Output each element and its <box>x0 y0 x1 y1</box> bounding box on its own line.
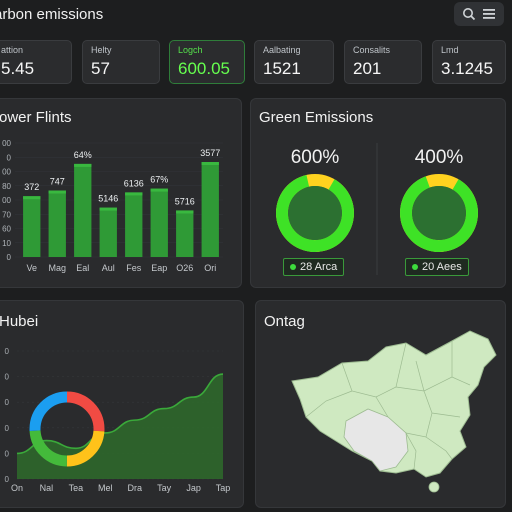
x-tick-label: Nal <box>40 483 54 493</box>
stat-value: 201 <box>353 59 382 78</box>
china-map <box>291 330 497 493</box>
x-tick-label: Fes <box>126 263 142 273</box>
bar-cap <box>74 163 92 167</box>
y-tick-label: 0 <box>5 475 10 484</box>
y-tick-label: 0 <box>5 373 10 382</box>
x-tick-label: Ve <box>26 263 37 273</box>
bar-data-label: 5716 <box>175 196 195 206</box>
y-tick-label: 0 <box>5 347 10 356</box>
ring-badge: 20 Aees <box>405 258 469 276</box>
map-island <box>428 481 440 493</box>
bar-cap <box>150 188 168 192</box>
bar-chart: 0000080007060100372Ve747Mag64%Eal5146Aul… <box>2 139 223 273</box>
ring-badge-label: 28 Arca <box>300 261 338 273</box>
page-title: arbon emissions <box>0 6 104 23</box>
menu-icon[interactable] <box>482 8 496 20</box>
x-tick-label: On <box>11 483 23 493</box>
x-tick-label: Tap <box>216 483 231 493</box>
stat-value: 5.45 <box>1 59 35 78</box>
bar <box>48 190 66 257</box>
y-tick-label: 0 <box>7 153 12 162</box>
stat-card: attion 5.45 <box>0 40 72 84</box>
badge-dot-icon <box>290 264 296 270</box>
y-tick-label: 00 <box>2 196 11 205</box>
stat-label: Consalits <box>353 45 391 55</box>
x-tick-label: Tea <box>69 483 84 493</box>
stat-label: Logch <box>178 45 203 55</box>
y-tick-label: 60 <box>2 225 11 234</box>
ring-badge: 28 Arca <box>283 258 345 276</box>
stat-card-highlight: Logch 600.05 <box>169 40 245 84</box>
hubei-panel: Hubei 0 0 0 0 0 0 On Nal Tea Mel Dra Tay Jap Tap <box>0 300 244 508</box>
search-icon[interactable] <box>462 7 476 21</box>
x-tick-label: Mel <box>98 483 113 493</box>
stat-value: 3.1245 <box>441 59 493 78</box>
bar <box>74 163 92 257</box>
bar-data-label: 372 <box>24 182 39 192</box>
y-tick-label: 0 <box>7 253 12 262</box>
bar-cap <box>201 162 219 165</box>
bar <box>176 210 194 257</box>
stat-label: Helty <box>91 45 112 55</box>
y-tick-label: 0 <box>5 449 10 458</box>
y-tick-label: 0 <box>5 424 10 433</box>
stat-value: 1521 <box>263 59 301 78</box>
stat-label: attion <box>1 45 24 55</box>
stat-card: Helty 57 <box>82 40 160 84</box>
map-panel: Ontag <box>255 300 506 508</box>
stat-value: 600.05 <box>178 59 230 78</box>
x-tick-label: O26 <box>176 263 193 273</box>
power-panel: ower Flints 00 0 00 80 00 70 60 10 0 372 Ve 747 Mag 6… <box>0 98 242 288</box>
bar <box>125 192 143 257</box>
toolbar <box>454 2 504 26</box>
bar <box>150 188 168 257</box>
bar-data-label: 3577 <box>200 148 220 158</box>
stat-value: 57 <box>91 59 110 78</box>
y-tick-label: 00 <box>2 168 11 177</box>
y-tick-label: 00 <box>2 139 11 148</box>
bar-cap <box>125 192 143 196</box>
x-tick-label: Jap <box>186 483 201 493</box>
bar <box>23 196 41 257</box>
stat-card: Lmd 3.1245 <box>432 40 506 84</box>
ring-badge-label: 20 Aees <box>422 261 462 273</box>
y-tick-label: 0 <box>5 398 10 407</box>
y-tick-label: 10 <box>2 239 11 248</box>
bar <box>99 207 117 257</box>
ring-center <box>412 186 466 240</box>
stat-label: Lmd <box>441 45 459 55</box>
bar-cap <box>99 207 117 211</box>
x-tick-label: Tay <box>157 483 172 493</box>
ring-center <box>288 186 342 240</box>
badge-dot-icon <box>412 264 418 270</box>
bar-cap <box>23 196 41 200</box>
bar-cap <box>176 210 194 214</box>
x-tick-label: Eal <box>76 263 89 273</box>
y-tick-label: 70 <box>2 210 11 219</box>
bar-data-label: 747 <box>50 177 65 187</box>
green-emissions-panel: Green Emissions 600% 400% 28 Arca 20 Aee… <box>250 98 506 288</box>
bar-data-label: 67% <box>150 175 168 185</box>
bar-data-label: 5146 <box>98 194 118 204</box>
stat-card: Consalits 201 <box>344 40 422 84</box>
x-tick-label: Aul <box>102 263 115 273</box>
area-chart: 000000On Nal Tea Mel Dra Tay Jap Tap <box>5 347 231 493</box>
bar-data-label: 6136 <box>124 178 144 188</box>
bar <box>201 162 219 257</box>
y-tick-label: 80 <box>2 182 11 191</box>
x-tick-label: Ori <box>204 263 216 273</box>
x-tick-label: Eap <box>151 263 167 273</box>
bar-data-label: 64% <box>74 150 92 160</box>
bar-cap <box>48 190 66 194</box>
x-tick-label: Dra <box>127 483 142 493</box>
stat-label: Aalbating <box>263 45 301 55</box>
stat-card: Aalbating 1521 <box>254 40 334 84</box>
x-tick-label: Mag <box>48 263 66 273</box>
